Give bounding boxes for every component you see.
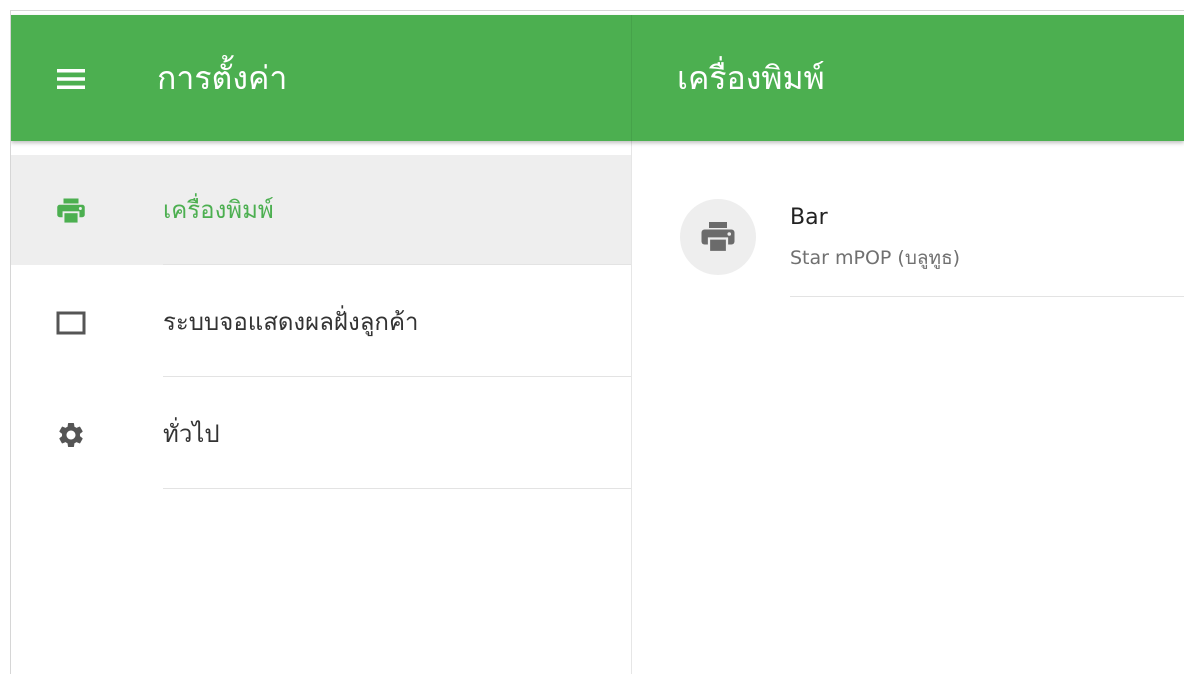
divider (163, 376, 631, 377)
printers-panel: Bar Star mPOP (บลูทูธ) (632, 141, 1184, 674)
printer-list-item[interactable]: Bar Star mPOP (บลูทูธ) (632, 171, 1184, 297)
page-title: เครื่องพิมพ์ (677, 59, 825, 97)
settings-title: การตั้งค่า (157, 59, 288, 97)
printer-avatar (680, 199, 756, 275)
appbar-divider (631, 15, 632, 141)
printer-icon (51, 191, 91, 231)
app-window: การตั้งค่า เครื่องพิมพ์ เครื่องพิมพ์ ระบ… (10, 10, 1184, 674)
sidebar-item-label: เครื่องพิมพ์ (163, 196, 274, 224)
gear-icon (51, 415, 91, 455)
divider (790, 296, 1184, 297)
sidebar-item-label: ระบบจอแสดงผลฝั่งลูกค้า (163, 308, 419, 336)
printer-model: Star mPOP (บลูทูธ) (790, 247, 961, 269)
divider (163, 264, 631, 265)
divider (163, 488, 631, 489)
sidebar-item-label: ทั่วไป (163, 420, 220, 448)
display-icon (51, 303, 91, 343)
menu-button[interactable] (51, 61, 91, 97)
sidebar-item-general[interactable]: ทั่วไป (11, 379, 631, 489)
printer-icon (701, 222, 735, 254)
sidebar-item-customer-display[interactable]: ระบบจอแสดงผลฝั่งลูกค้า (11, 267, 631, 377)
app-bar: การตั้งค่า เครื่องพิมพ์ (11, 15, 1184, 141)
settings-sidebar: เครื่องพิมพ์ ระบบจอแสดงผลฝั่งลูกค้า ทั่ว… (11, 141, 632, 674)
hamburger-menu-icon (57, 69, 85, 89)
printer-name: Bar (790, 205, 828, 230)
sidebar-item-printers[interactable]: เครื่องพิมพ์ (11, 155, 631, 265)
